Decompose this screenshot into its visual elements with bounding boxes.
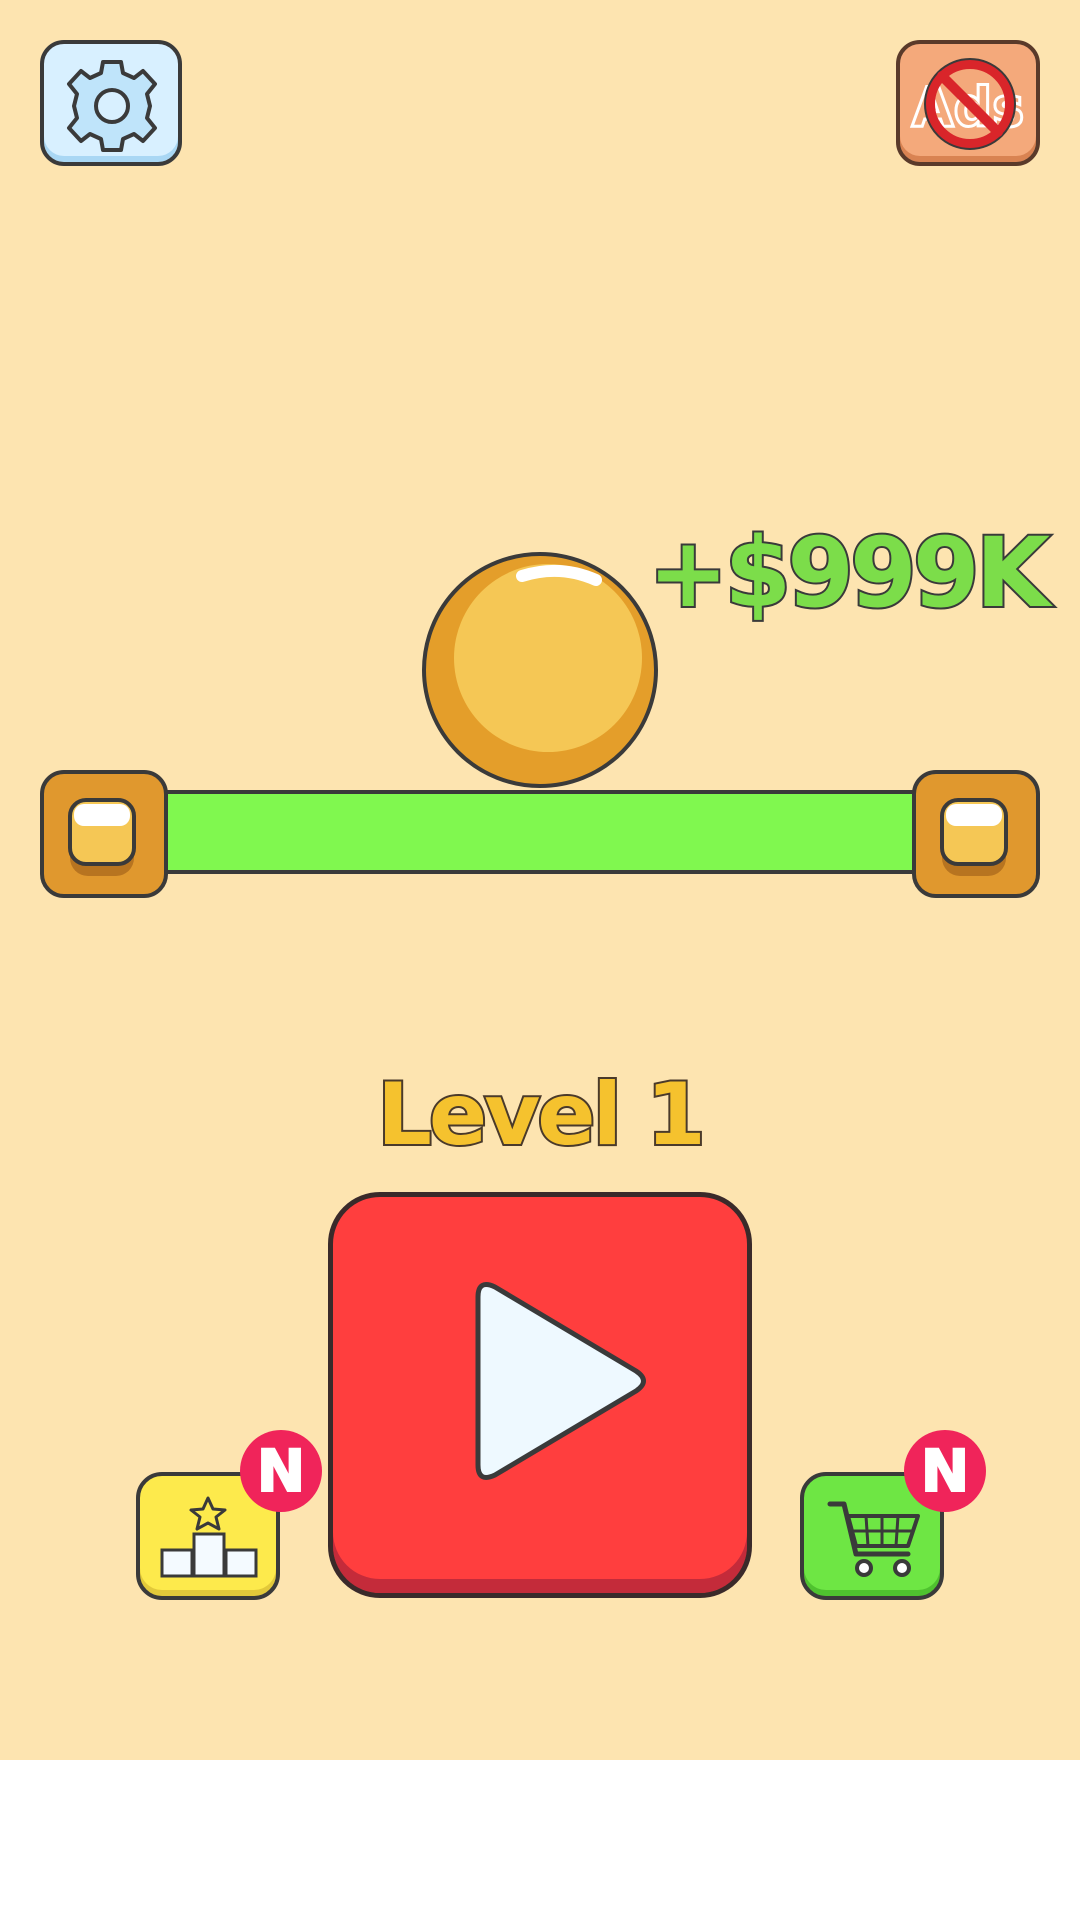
gold-ball [422, 552, 658, 788]
left-pin[interactable] [40, 770, 168, 898]
leaderboard-new-badge: N [240, 1430, 322, 1512]
pin-platform [40, 770, 1040, 900]
right-pin[interactable] [912, 770, 1040, 898]
play-button[interactable] [328, 1192, 752, 1598]
level-title: Level 1 [375, 1063, 708, 1167]
no-ads-icon: Ads [910, 58, 1026, 150]
settings-button[interactable] [40, 40, 182, 166]
no-ads-button[interactable]: Ads [896, 40, 1040, 166]
bottom-blank-area [0, 1760, 1080, 1920]
reward-amount: +$999K [646, 516, 1052, 630]
gear-icon [67, 60, 157, 152]
play-icon [475, 1282, 646, 1480]
shop-new-badge: N [904, 1430, 986, 1512]
platform-bar[interactable] [160, 790, 960, 874]
game-screen: Ads +$999K Level 1 [0, 0, 1080, 1920]
